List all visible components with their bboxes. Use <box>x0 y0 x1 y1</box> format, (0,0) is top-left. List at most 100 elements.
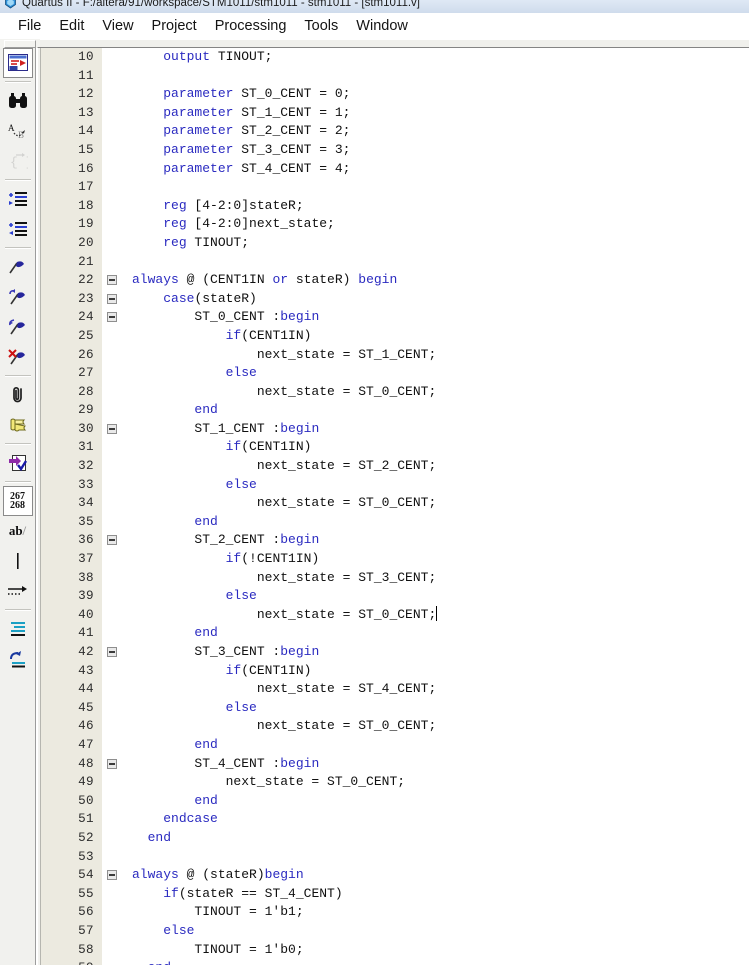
code-line[interactable]: 35 end <box>38 512 749 532</box>
code-line[interactable]: 57 else <box>38 921 749 941</box>
code-line[interactable]: 15 parameter ST_3_CENT = 3; <box>38 140 749 160</box>
insert-template-icon[interactable] <box>3 252 33 282</box>
check-document-icon[interactable] <box>3 448 33 478</box>
uncomment-selection-icon[interactable] <box>3 312 33 342</box>
code-line[interactable]: 12 parameter ST_0_CENT = 0; <box>38 85 749 104</box>
text-abbrev-icon[interactable]: ab/ <box>3 516 33 546</box>
attach-clip-icon[interactable] <box>3 380 33 410</box>
code-line[interactable]: 34 next_state = ST_0_CENT; <box>38 494 749 513</box>
code-line[interactable]: 14 parameter ST_2_CENT = 2; <box>38 122 749 141</box>
code-line-text: if(!CENT1IN) <box>124 550 749 569</box>
fold-collapse-icon[interactable] <box>107 758 117 769</box>
increase-indent-icon[interactable] <box>3 184 33 214</box>
undo-lines-icon[interactable] <box>3 644 33 674</box>
menu-edit[interactable]: Edit <box>50 17 93 36</box>
decrease-indent-icon[interactable] <box>3 214 33 244</box>
menu-file[interactable]: File <box>9 17 50 36</box>
code-line[interactable]: 17 <box>38 178 749 197</box>
line-numbers-icon[interactable]: 267 268 <box>2 486 33 516</box>
fold-collapse-icon[interactable] <box>107 312 117 323</box>
code-line[interactable]: 24 ST_0_CENT :begin <box>38 308 749 327</box>
code-line[interactable]: 18 reg [4-2:0]stateR; <box>38 196 749 216</box>
code-line[interactable]: 50 end <box>38 791 749 811</box>
code-line[interactable]: 32 next_state = ST_2_CENT; <box>38 457 749 476</box>
code-line[interactable]: 30 ST_1_CENT :begin <box>38 419 749 439</box>
fold-collapse-icon[interactable] <box>107 293 117 304</box>
fold-collapse-icon[interactable] <box>107 535 117 546</box>
code-token: begin <box>280 755 320 771</box>
code-line[interactable]: 25 if(CENT1IN) <box>38 326 749 346</box>
code-line[interactable]: 16 parameter ST_4_CENT = 4; <box>38 159 749 179</box>
toolbar-grip-handle[interactable] <box>4 40 36 48</box>
fold-collapse-icon[interactable] <box>107 275 117 286</box>
code-line[interactable]: 49 next_state = ST_0_CENT; <box>38 773 749 792</box>
comment-selection-icon[interactable] <box>3 282 33 312</box>
code-line[interactable]: 20 reg TINOUT; <box>38 233 749 253</box>
menu-project[interactable]: Project <box>143 17 206 36</box>
code-line[interactable]: 13 parameter ST_1_CENT = 1; <box>38 103 749 123</box>
vertical-bar-icon[interactable] <box>3 546 33 576</box>
code-line[interactable]: 51 endcase <box>38 810 749 829</box>
code-token: (CENT1IN) <box>241 327 312 343</box>
code-text-area[interactable]: 10 output TINOUT; 11 12 parameter ST_0_CEN… <box>38 48 749 965</box>
menu-view[interactable]: View <box>93 17 142 36</box>
find-binoculars-icon[interactable] <box>3 86 33 116</box>
code-line[interactable]: 36 ST_2_CENT :begin <box>38 531 749 551</box>
code-line[interactable]: 21 <box>38 252 749 272</box>
code-line[interactable]: 33 else <box>38 475 749 495</box>
code-line[interactable]: 44 next_state = ST_4_CENT; <box>38 680 749 699</box>
code-line[interactable]: 43 if(CENT1IN) <box>38 661 749 681</box>
code-line[interactable]: 52 end <box>38 828 749 848</box>
menu-processing[interactable]: Processing <box>206 17 296 36</box>
code-line-text: if(stateR == ST_4_CENT) <box>124 885 749 904</box>
code-token: next_state = ST_0_CENT; <box>132 606 437 622</box>
code-line[interactable]: 48 ST_4_CENT :begin <box>38 754 749 774</box>
align-lines-icon[interactable] <box>3 614 33 644</box>
code-line-text: next_state = ST_0_CENT; <box>124 605 749 625</box>
code-line[interactable]: 42 ST_3_CENT :begin <box>38 643 749 662</box>
menu-tools[interactable]: Tools <box>295 17 347 36</box>
find-replace-icon[interactable]: AB <box>3 116 33 146</box>
line-number: 56 <box>38 903 102 922</box>
code-line[interactable]: 58 TINOUT = 1'b0; <box>38 940 749 960</box>
code-line[interactable]: 26 next_state = ST_1_CENT; <box>38 345 749 365</box>
code-line[interactable]: 59 end <box>38 959 749 965</box>
code-line[interactable]: 23 case(stateR) <box>38 289 749 309</box>
code-line-text: else <box>124 922 749 941</box>
fold-collapse-icon[interactable] <box>107 423 117 434</box>
code-line-text: end <box>124 792 749 811</box>
open-file-in-window-icon[interactable] <box>2 48 33 78</box>
code-token: case <box>163 290 195 306</box>
code-line[interactable]: 40 next_state = ST_0_CENT; <box>38 605 749 625</box>
code-line[interactable]: 56 TINOUT = 1'b1; <box>38 903 749 922</box>
code-line[interactable]: 41 end <box>38 624 749 643</box>
code-line[interactable]: 29 end <box>38 401 749 420</box>
code-token: ST_3_CENT : <box>132 644 281 659</box>
code-line[interactable]: 39 else <box>38 587 749 606</box>
code-line-text: else <box>124 364 749 383</box>
fold-collapse-icon[interactable] <box>107 647 117 657</box>
scroll-note-icon[interactable] <box>3 410 33 440</box>
code-line[interactable]: 37 if(!CENT1IN) <box>38 550 749 569</box>
code-line[interactable]: 27 else <box>38 364 749 383</box>
line-number: 55 <box>38 884 102 904</box>
menu-window[interactable]: Window <box>347 17 417 36</box>
code-line[interactable]: 46 next_state = ST_0_CENT; <box>38 717 749 736</box>
code-line[interactable]: 11 <box>38 66 749 86</box>
arrow-dotted-icon[interactable] <box>3 576 33 606</box>
code-line[interactable]: 22 always @ (CENT1IN or stateR) begin <box>38 271 749 290</box>
code-line[interactable]: 38 next_state = ST_3_CENT; <box>38 568 749 588</box>
remove-comment-icon[interactable] <box>3 342 33 372</box>
code-line[interactable]: 28 next_state = ST_0_CENT; <box>38 382 749 402</box>
line-number: 31 <box>38 438 102 458</box>
code-line[interactable]: 31 if(CENT1IN) <box>38 438 749 458</box>
code-line[interactable]: 53 <box>38 847 749 867</box>
fold-collapse-icon[interactable] <box>107 870 117 881</box>
code-line[interactable]: 47 end <box>38 735 749 755</box>
code-line[interactable]: 54 always @ (stateR)begin <box>38 866 749 885</box>
code-line[interactable]: 19 reg [4-2:0]next_state; <box>38 215 749 234</box>
code-line[interactable]: 10 output TINOUT; <box>38 48 749 67</box>
code-line[interactable]: 45 else <box>38 698 749 718</box>
code-line[interactable]: 55 if(stateR == ST_4_CENT) <box>38 884 749 904</box>
